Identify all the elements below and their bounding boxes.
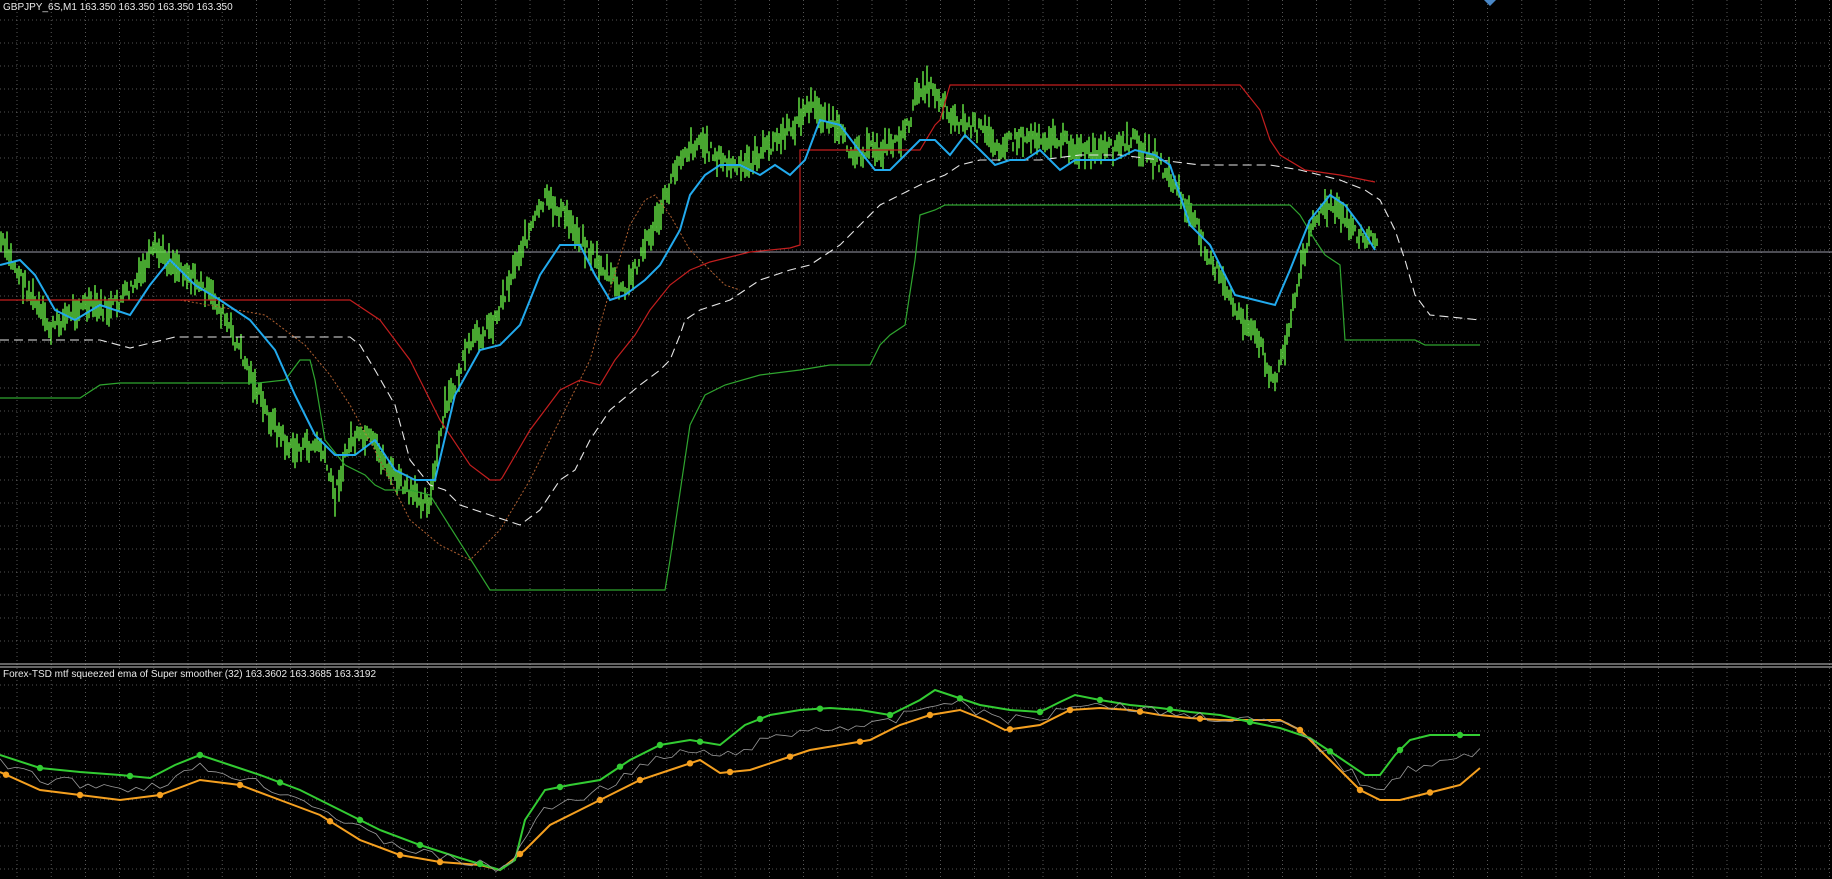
green-signal-dot [1326, 748, 1334, 755]
orange-signal-dot [396, 851, 404, 859]
green-signal-dot [816, 705, 824, 712]
triangle-down-icon[interactable] [1484, 0, 1496, 6]
grid-layer [0, 0, 1832, 879]
green-signal-dot [1096, 696, 1104, 704]
green-signal-dot [1036, 708, 1044, 716]
green-signal-dot [196, 751, 204, 759]
orange-signal-dot [636, 776, 644, 784]
green-signal-dot [1166, 706, 1174, 713]
symbol-info-label: GBPJPY_6S,M1 163.350 163.350 163.350 163… [3, 2, 233, 13]
green-signal-dot [1396, 746, 1404, 754]
orange-signal-dot [1356, 786, 1364, 794]
orange-signal-dot [1296, 726, 1304, 734]
orange-signal-dot [1006, 726, 1014, 733]
orange-signal-dot [326, 818, 334, 825]
main-price-chart[interactable] [0, 0, 1832, 879]
orange-signal-dot [516, 850, 524, 858]
green-signal-dot [276, 779, 284, 786]
orange-signal-dot [786, 753, 794, 760]
orange-signal-dot [236, 781, 244, 789]
orange-signal-dot [856, 738, 864, 745]
indicator-title-label: Forex-TSD mtf squeezed ema of Super smoo… [3, 669, 377, 680]
upper-band-line [0, 84, 1376, 481]
green-signal-dot [356, 816, 364, 824]
orange-signal-dot [1426, 789, 1434, 796]
orange-signal-dot [2, 771, 10, 778]
green-signal-dot [36, 764, 44, 772]
green-signal-dot [1456, 731, 1464, 739]
green-signal-dot [476, 860, 484, 868]
orange-signal-dot [686, 760, 694, 767]
orange-signal-dot [926, 711, 934, 719]
orange-signal-dot [726, 768, 734, 776]
green-signal-dot [886, 711, 894, 719]
green-signal-dot [696, 738, 704, 745]
orange-signal-dot [436, 858, 444, 866]
green-signal-dot [616, 763, 624, 770]
orange-signal-dot [596, 796, 604, 804]
green-signal-dot [126, 772, 134, 780]
orange-signal-dot [1066, 706, 1074, 714]
orange-signal-dot [1136, 708, 1144, 715]
green-signal-dot [416, 841, 424, 849]
green-signal-dot [756, 715, 764, 723]
green-signal-dot [556, 783, 564, 791]
chart-window[interactable]: GBPJPY_6S,M1 163.350 163.350 163.350 163… [0, 0, 1832, 879]
green-signal-dot [1246, 718, 1254, 726]
orange-signal-dot [1196, 715, 1204, 722]
green-signal-dot [956, 695, 964, 702]
green-signal-dot [656, 741, 664, 749]
orange-signal-dot [76, 791, 84, 799]
orange-signal-dot [156, 791, 164, 799]
